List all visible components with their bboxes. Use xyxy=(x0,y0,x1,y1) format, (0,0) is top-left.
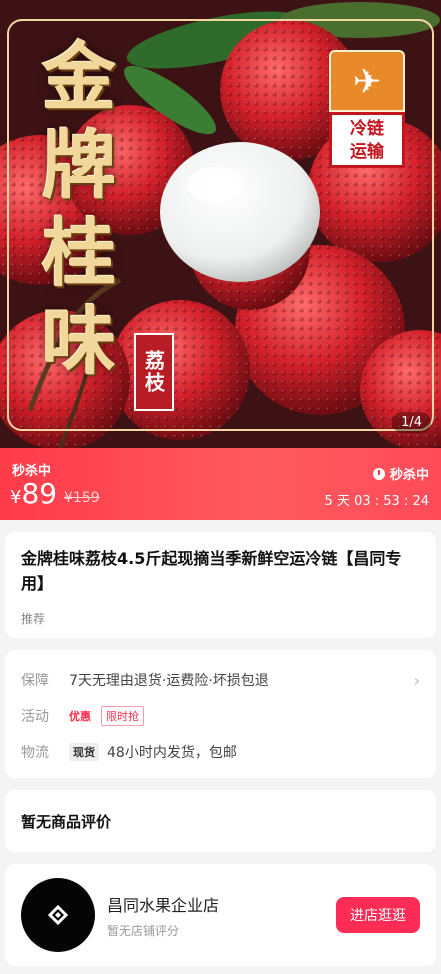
hero-title-char: 牌 xyxy=(42,123,116,209)
sale-price: ¥89 xyxy=(10,478,57,514)
product-title-card: 金牌桂味荔枝4.5斤起现摘当季新鲜空运冷链【昌同专用】 推荐 xyxy=(5,532,436,638)
limited-time-tag: 限时抢 xyxy=(101,706,144,726)
activity-row[interactable]: 活动 优惠 限时抢 xyxy=(21,698,420,734)
logistics-row: 物流 现货 48小时内发货，包邮 xyxy=(21,734,420,770)
shop-avatar[interactable] xyxy=(21,878,95,952)
shop-card[interactable]: 昌同水果企业店 暂无店铺评分 进店逛逛 xyxy=(5,864,436,966)
product-image-carousel[interactable]: 金 牌 桂 味 荔枝 ✈ 冷链 运输 1/4 xyxy=(0,0,441,448)
cold-chain-text: 冷链 运输 xyxy=(329,112,405,168)
shop-score: 暂无店铺评分 xyxy=(107,923,180,938)
visit-shop-button[interactable]: 进店逛逛 xyxy=(336,897,420,933)
reviews-card[interactable]: 暂无商品评价 xyxy=(5,790,436,852)
cold-chain-line1: 冷链 xyxy=(350,119,384,139)
cold-chain-line2: 运输 xyxy=(350,142,384,162)
hero-title-char: 金 xyxy=(42,35,116,121)
original-price: ¥159 xyxy=(64,490,100,506)
reviews-title: 暂无商品评价 xyxy=(21,812,112,831)
guarantee-value: 7天无理由退货·运费险·坏损包退 xyxy=(69,673,269,689)
in-stock-tag: 现货 xyxy=(69,743,99,761)
guarantee-row[interactable]: 保障 7天无理由退货·运费险·坏损包退 › xyxy=(21,662,420,698)
service-info-card: 保障 7天无理由退货·运费险·坏损包退 › 活动 优惠 限时抢 物流 现货 48… xyxy=(5,650,436,778)
flash-sale-status: 秒杀中 xyxy=(372,464,429,483)
logistics-value: 48小时内发货，包邮 xyxy=(107,745,237,761)
airplane-icon: ✈ xyxy=(352,62,382,102)
litchi-tag: 荔枝 xyxy=(134,333,174,411)
product-title: 金牌桂味荔枝4.5斤起现摘当季新鲜空运冷链【昌同专用】 xyxy=(21,549,402,593)
flash-sale-bar: 秒杀中 ¥89 ¥159 秒杀中 5 天 03 : 53 : 24 xyxy=(0,448,441,520)
cold-chain-badge: ✈ 冷链 运输 xyxy=(329,50,405,168)
discount-tag: 优惠 xyxy=(69,710,91,723)
flash-sale-status-label: 秒杀中 xyxy=(389,468,429,483)
hero-title: 金 牌 桂 味 xyxy=(24,34,134,386)
hero-title-char: 味 xyxy=(42,299,116,385)
price-value: 89 xyxy=(21,477,58,510)
logistics-label: 物流 xyxy=(21,745,49,761)
countdown-timer: 5 天 03 : 53 : 24 xyxy=(324,494,429,509)
shop-logo-icon xyxy=(48,905,68,925)
shop-info: 昌同水果企业店 暂无店铺评分 xyxy=(107,892,219,939)
shop-name[interactable]: 昌同水果企业店 xyxy=(107,892,219,916)
guarantee-label: 保障 xyxy=(21,673,49,689)
recommend-label[interactable]: 推荐 xyxy=(21,610,420,627)
currency-symbol: ¥ xyxy=(10,487,22,508)
hero-title-char: 桂 xyxy=(42,211,116,297)
clock-icon xyxy=(372,467,385,480)
chevron-right-icon: › xyxy=(413,670,420,690)
activity-label: 活动 xyxy=(21,709,49,725)
image-pager: 1/4 xyxy=(392,412,431,433)
